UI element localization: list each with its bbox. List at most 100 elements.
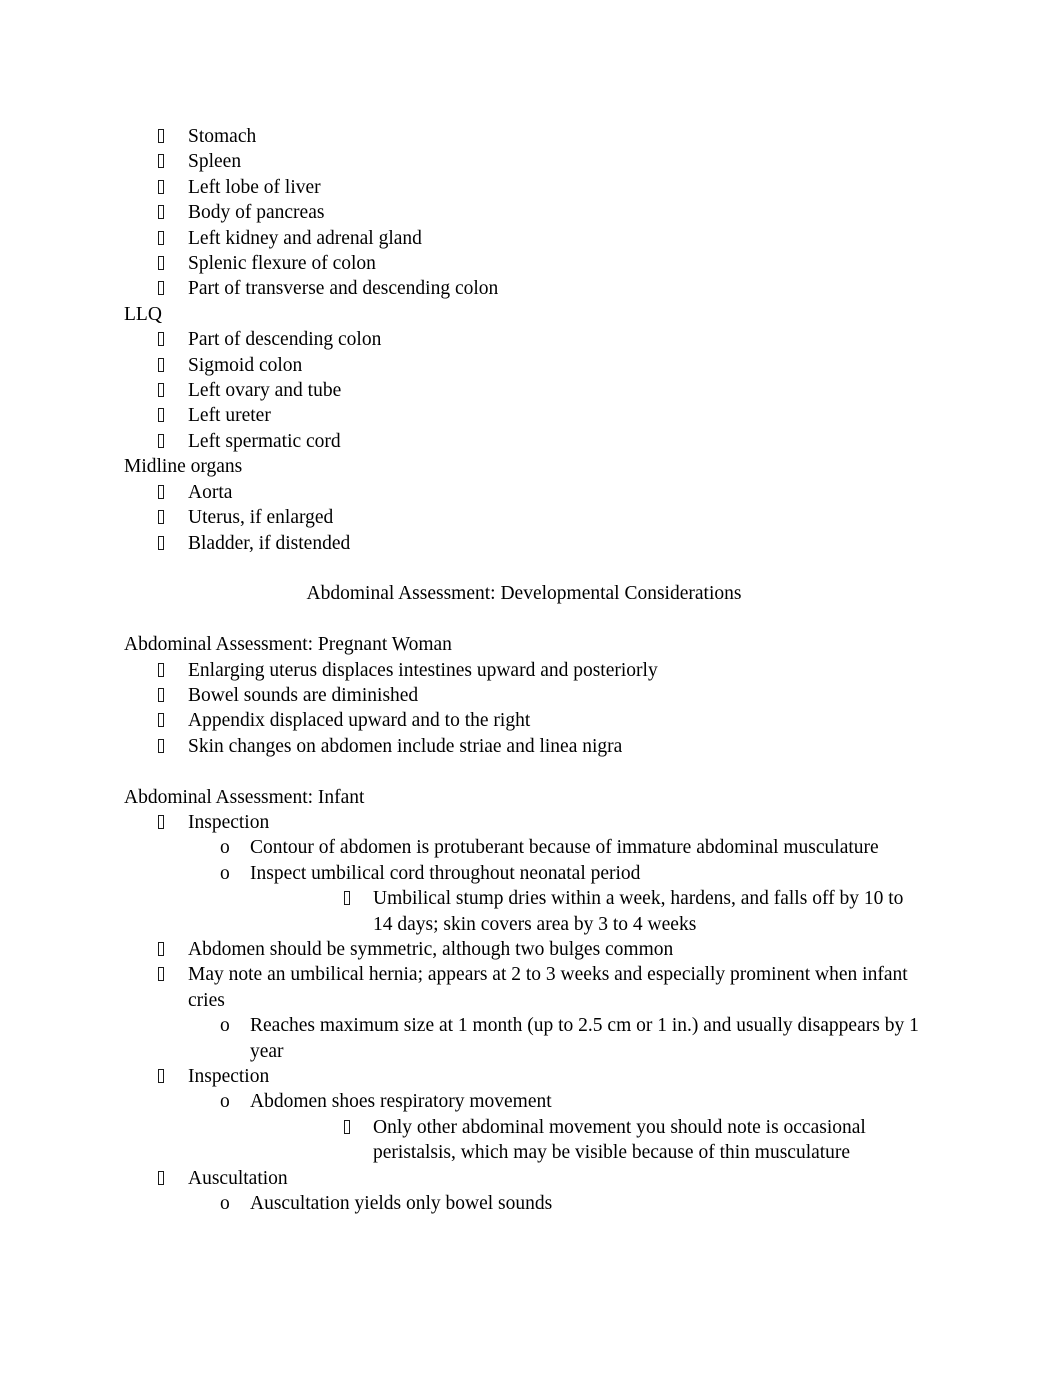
list-item-text: Inspection — [188, 811, 270, 833]
bullet-box-icon — [158, 810, 188, 835]
list-item: Skin changes on abdomen include striae a… — [124, 734, 924, 759]
bullet-box-icon — [158, 403, 188, 428]
list-item-text: Left kidney and adrenal gland — [188, 227, 422, 249]
list-item-text: Auscultation — [188, 1167, 288, 1189]
list-item-text: Only other abdominal movement you should… — [373, 1116, 866, 1164]
missing-glyph-box-icon — [158, 433, 164, 448]
bullet-box-icon — [158, 149, 188, 174]
list-item-text: Part of descending colon — [188, 329, 382, 351]
missing-glyph-box-icon — [158, 687, 164, 702]
missing-glyph-box-icon — [158, 484, 164, 499]
list-item-text: Sigmoid colon — [188, 354, 303, 376]
missing-glyph-box-icon — [158, 408, 164, 423]
bullet-box-icon — [158, 734, 188, 759]
missing-glyph-box-icon — [158, 129, 164, 143]
missing-glyph-box-icon — [158, 535, 164, 550]
list-item-text: Abdomen shoes respiratory movement — [250, 1091, 552, 1113]
list-item-text: Part of transverse and descending colon — [188, 278, 499, 300]
list-item-text: May note an umbilical hernia; appears at… — [188, 964, 908, 1011]
list-item-text: Inspect umbilical cord throughout neonat… — [250, 862, 641, 884]
list-item: Left ovary and tube — [124, 378, 924, 403]
list-item-text: Left ureter — [188, 405, 271, 427]
list-item-text: Umbilical stump dries within a week, har… — [373, 888, 904, 935]
section-heading: Midline organs — [124, 456, 243, 478]
missing-glyph-box-icon — [158, 281, 164, 296]
list-item-text: Body of pancreas — [188, 202, 325, 224]
list-item: May note an umbilical hernia; appears at… — [124, 962, 924, 1013]
bullet-box-icon — [158, 1064, 188, 1089]
list-item: Enlarging uterus displaces intestines up… — [124, 658, 924, 683]
bullet-box-icon — [158, 937, 188, 962]
list-item: o Inspect umbilical cord throughout neona… — [124, 861, 924, 886]
list-item: Abdomen should be symmetric, although tw… — [124, 937, 924, 962]
bullet-box-icon — [158, 327, 188, 352]
list-item: o Abdomen shoes respiratory movement — [124, 1089, 924, 1114]
missing-glyph-box-icon — [158, 179, 164, 194]
bullet-box-icon — [158, 708, 188, 733]
missing-glyph-box-icon — [344, 891, 350, 906]
list-item: Inspection — [124, 810, 924, 835]
bullet-box-icon — [158, 124, 188, 149]
list-item: Part of descending colon — [124, 327, 924, 352]
bullet-box-icon — [344, 1115, 373, 1140]
missing-glyph-box-icon — [158, 230, 164, 245]
missing-glyph-box-icon — [158, 205, 164, 220]
bullet-letter-o-icon: o — [220, 1191, 250, 1216]
bullet-box-icon — [158, 531, 188, 556]
list-item-text: Left lobe of liver — [188, 176, 321, 198]
list-item: o Contour of abdomen is protuberant becau… — [124, 835, 924, 860]
bullet-box-icon — [158, 200, 188, 225]
list-item: Auscultation — [124, 1166, 924, 1191]
missing-glyph-box-icon — [158, 332, 164, 347]
list-item: Aorta — [124, 480, 924, 505]
list-item: Body of pancreas — [124, 200, 924, 225]
missing-glyph-box-icon — [158, 662, 164, 677]
list-item-text: Splenic flexure of colon — [188, 253, 376, 275]
bullet-box-icon — [158, 480, 188, 505]
missing-glyph-box-icon — [158, 814, 164, 829]
missing-glyph-box-icon — [344, 1119, 350, 1134]
list-item-text: Inspection — [188, 1065, 270, 1087]
list-item: Left lobe of liver — [124, 175, 924, 200]
bullet-box-icon — [158, 429, 188, 454]
list-item: Appendix displaced upward and to the rig… — [124, 708, 924, 733]
list-item: Left ureter — [124, 403, 924, 428]
bullet-box-icon — [158, 226, 188, 251]
list-item: Spleen — [124, 149, 924, 174]
bullet-box-icon — [158, 276, 188, 301]
list-item-text: Spleen — [188, 151, 242, 173]
list-item: Umbilical stump dries within a week, har… — [124, 886, 924, 937]
list-item: Splenic flexure of colon — [124, 251, 924, 276]
bullet-letter-o-icon: o — [220, 835, 250, 860]
missing-glyph-box-icon — [158, 967, 164, 982]
bullet-box-icon — [158, 251, 188, 276]
list-item-text: Left spermatic cord — [188, 430, 341, 452]
bullet-box-icon — [158, 658, 188, 683]
missing-glyph-box-icon — [158, 713, 164, 728]
missing-glyph-box-icon — [158, 738, 164, 753]
bullet-letter-o: o — [220, 1091, 230, 1113]
list-item: Only other abdominal movement you should… — [124, 1115, 924, 1166]
bullet-letter-o-icon: o — [220, 1089, 250, 1114]
section-heading: LLQ — [124, 303, 162, 325]
bullet-box-icon — [158, 378, 188, 403]
list-item-text: Bladder, if distended — [188, 532, 351, 554]
missing-glyph-box-icon — [158, 256, 164, 271]
bullet-letter-o: o — [220, 1193, 230, 1215]
bullet-box-icon — [158, 353, 188, 378]
bullet-box-icon — [158, 962, 188, 987]
list-item-text: Appendix displaced upward and to the rig… — [188, 710, 531, 732]
list-item: o Reaches maximum size at 1 month (up to … — [124, 1013, 924, 1064]
list-item-text: Reaches maximum size at 1 month (up to 2… — [250, 1015, 919, 1062]
bullet-box-icon — [158, 683, 188, 708]
bullet-letter-o-icon: o — [220, 1013, 250, 1038]
bullet-letter-o: o — [220, 1015, 230, 1037]
bullet-letter-o: o — [220, 862, 230, 884]
section-heading: Abdominal Assessment: Pregnant Woman — [124, 634, 452, 656]
list-item: Uterus, if enlarged — [124, 505, 924, 530]
section-heading: Abdominal Assessment: Infant — [124, 786, 365, 808]
list-item: Bowel sounds are diminished — [124, 683, 924, 708]
